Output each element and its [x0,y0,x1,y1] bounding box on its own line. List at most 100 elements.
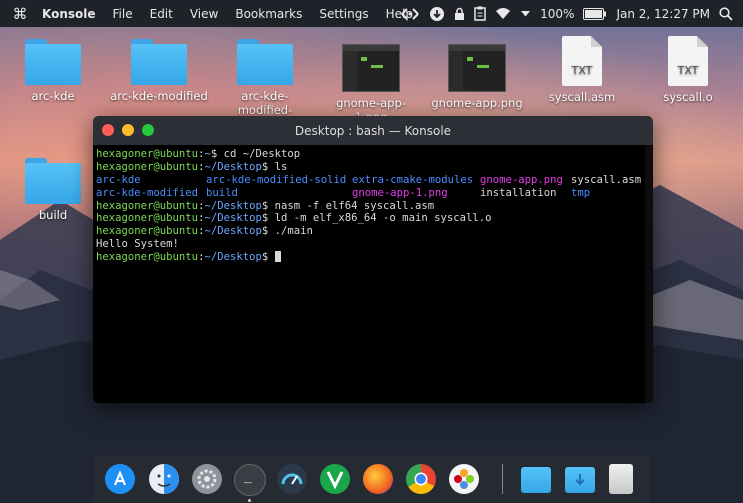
image-thumbnail-icon [342,44,400,92]
terminal-line: Hello System! [96,238,179,251]
desktop-icon-label: syscall.o [663,90,713,104]
close-button[interactable] [102,124,114,136]
terminal-line: arc-kde arc-kde-modified-solid extra-cmake… [96,174,643,187]
prompt-user: hexagoner@ubuntu [96,160,199,173]
battery-percent: 100% [540,6,575,21]
photos-icon[interactable] [449,464,479,494]
chrome-icon[interactable] [406,464,436,494]
text-cursor [274,251,281,263]
command-text: ls [268,160,288,173]
command-text: nasm -f elf64 syscall.asm [268,199,435,212]
desktop-icon-arc-kde-modified-solid[interactable]: arc-kde-modified- [215,39,315,117]
terminal-icon[interactable]: _ [234,464,266,496]
folder-icon [25,158,81,204]
menu-bookmarks[interactable]: Bookmarks [235,7,302,21]
desktop-icon-label: arc-kde-modified [110,89,208,103]
system-settings-icon[interactable] [192,464,222,494]
kdeconnect-icon[interactable] [400,7,420,21]
dock: _ [93,455,650,503]
terminal-line: arc-kde-modified build gnome-app-1.png inst… [96,187,643,200]
clock[interactable]: Jan 2, 12:27 PM [616,7,710,21]
kde-logo-icon[interactable]: ⌘ [10,5,30,23]
command-text: ld -m elf_x86_64 -o main syscall.o [268,212,492,225]
ls-entry: arc-kde [96,173,141,186]
maximize-button[interactable] [142,124,154,136]
desktop-icon-arc-kde-modified[interactable]: arc-kde-modified [109,39,209,103]
desktop-icon-label: syscall.asm [548,90,616,104]
running-indicator [248,499,251,502]
clipboard-icon[interactable] [474,6,486,21]
window-controls [102,124,154,136]
text-file-icon: TXT [562,36,602,86]
menu-file[interactable]: File [113,7,133,21]
terminal-line: hexagoner@ubuntu:~/Desktop$ [96,251,643,264]
minimize-button[interactable] [122,124,134,136]
ls-entry: arc-kde-modified [96,186,199,199]
folder-icon [25,39,81,85]
terminal-line: hexagoner@ubuntu:~$ cd ~/Desktop [96,148,643,161]
menu-view[interactable]: View [190,7,218,21]
ls-entry: installation [480,186,557,199]
chevron-down-icon[interactable] [520,10,531,18]
desktop-icon-build[interactable]: build [3,158,103,222]
prompt-user: hexagoner@ubuntu [96,148,199,160]
prompt-user: hexagoner@ubuntu [96,199,199,212]
download-icon[interactable] [429,6,445,22]
system-tray: 100% Jan 2, 12:27 PM [400,0,743,27]
app-store-icon[interactable] [105,464,135,494]
terminal-line: hexagoner@ubuntu:~/Desktop$ ls [96,161,643,174]
folder-icon [237,39,293,85]
image-thumbnail-icon [448,44,506,92]
prompt-user: hexagoner@ubuntu [96,251,199,264]
prompt-user: hexagoner@ubuntu [96,225,199,238]
desktop-icon-label: arc-kde [31,89,75,103]
ls-entry: syscall.asm [571,173,642,186]
desktop-icon-arc-kde[interactable]: arc-kde [3,39,103,103]
lock-icon[interactable] [454,7,465,21]
terminal-line: hexagoner@ubuntu:~/Desktop$ nasm -f elf6… [96,200,643,213]
ls-entry: tmp [571,186,591,199]
text-file-icon: TXT [668,36,708,86]
vim-icon[interactable] [320,464,350,494]
firefox-icon[interactable] [363,464,393,494]
window-title: Desktop : bash — Konsole [294,123,452,138]
wifi-icon[interactable] [495,7,511,20]
ls-entry: gnome-app.png [480,173,563,186]
menu-settings[interactable]: Settings [319,7,368,21]
top-menu-bar: ⌘ Konsole File Edit View Bookmarks Setti… [0,0,743,27]
downloads-folder-icon[interactable] [565,467,595,493]
konsole-window[interactable]: Desktop : bash — Konsole hexagoner@ubunt… [93,116,653,403]
folder-icon [131,39,187,85]
desktop-icon-label: arc-kde-modified- [237,89,293,117]
desktop-icon-label: gnome-app.png [431,96,523,110]
dock-separator [502,464,503,494]
desktop-icon-gnome-app-1[interactable]: gnome-app-1.png [321,44,421,124]
prompt-path: ~/Desktop [204,212,262,225]
ls-entry: arc-kde-modified-solid [206,173,347,186]
prompt-path: ~/Desktop [204,251,262,264]
prompt-path: ~/Desktop [204,225,262,238]
ls-entry: build [206,186,238,199]
desktop-icon-gnome-app[interactable]: gnome-app.png [427,44,527,110]
prompt-user: hexagoner@ubuntu [96,212,199,225]
finder-icon[interactable] [149,464,179,494]
terminal-output[interactable]: hexagoner@ubuntu:~$ cd ~/Desktop hexagone… [96,148,643,403]
system-monitor-icon[interactable] [277,464,307,494]
app-name[interactable]: Konsole [42,7,96,21]
desktop-icon-label: build [38,208,68,222]
command-text: ./main [268,225,313,238]
folder-icon[interactable] [521,467,551,493]
menu-edit[interactable]: Edit [150,7,173,21]
search-icon[interactable] [719,6,733,21]
prompt-path: ~/Desktop [204,199,262,212]
command-text: cd ~/Desktop [217,148,301,160]
terminal-scrollbar[interactable] [645,145,653,403]
trash-icon[interactable] [609,464,633,494]
desktop-icon-syscall-o[interactable]: TXT syscall.o [638,36,738,104]
desktop-icon-syscall-asm[interactable]: TXT syscall.asm [532,36,632,104]
terminal-line: hexagoner@ubuntu:~/Desktop$ ld -m elf_x8… [96,212,643,225]
window-titlebar[interactable]: Desktop : bash — Konsole [93,116,653,145]
prompt-path: ~/Desktop [204,160,262,173]
ls-entry: gnome-app-1.png [352,186,448,199]
battery-icon[interactable] [583,7,607,20]
